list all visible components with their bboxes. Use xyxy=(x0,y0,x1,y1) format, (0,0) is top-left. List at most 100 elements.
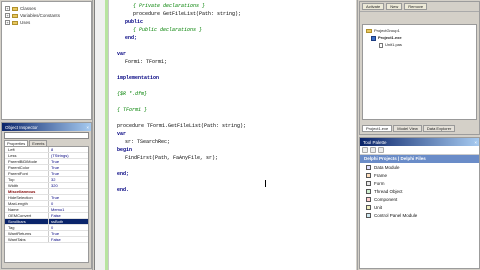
code-line[interactable]: FindFirst(Path, FaAnyFile, sr); xyxy=(125,154,218,162)
tree-node-label: Unit1.pas xyxy=(385,42,402,47)
property-name: HideSelection xyxy=(5,195,49,200)
code-line[interactable]: { Private declarations } xyxy=(133,2,205,10)
remove-button[interactable]: Remove xyxy=(404,3,428,10)
property-name: ParentFont xyxy=(5,171,49,176)
filter-icon[interactable] xyxy=(370,147,376,153)
property-row[interactable]: WantTabs False xyxy=(5,237,88,243)
tree-node-project[interactable]: Project1.exe xyxy=(371,35,402,41)
tool-palette-titlebar: Tool Palette × xyxy=(360,138,479,146)
folder-icon xyxy=(12,20,18,25)
property-value[interactable]: 32 xyxy=(49,177,88,182)
property-name: MaxLength xyxy=(5,201,49,206)
code-line[interactable]: public xyxy=(125,18,143,26)
activate-button[interactable]: Activate xyxy=(362,3,385,10)
expand-icon[interactable]: + xyxy=(5,20,10,25)
search-icon[interactable] xyxy=(378,147,384,153)
modified-lines-marker xyxy=(105,0,108,270)
palette-item-label: Frame xyxy=(374,172,388,178)
palette-item[interactable]: Form xyxy=(360,179,479,187)
property-name: Tag xyxy=(5,225,49,230)
property-value[interactable]: False xyxy=(49,237,88,242)
property-value[interactable]: 0 xyxy=(49,201,88,206)
palette-item[interactable]: Thread Object xyxy=(360,187,479,195)
expand-icon[interactable]: + xyxy=(5,13,10,18)
folder-icon xyxy=(12,13,18,18)
tab-project[interactable]: Project1.exe xyxy=(362,125,393,132)
palette-item[interactable]: Control Panel Module xyxy=(360,211,479,219)
code-line[interactable]: procedure TForm1.GetFileList(Path: strin… xyxy=(117,122,246,130)
property-value[interactable]: True xyxy=(49,171,88,176)
structure-pane: + Classes + Variables/Constants + Uses xyxy=(1,1,92,120)
code-editor[interactable]: { Private declarations } procedure GetFil… xyxy=(94,0,356,270)
property-value[interactable]: 8 xyxy=(49,147,88,152)
new-button[interactable]: New xyxy=(386,3,403,10)
property-value[interactable]: True xyxy=(49,231,88,236)
tool-palette-toolbar xyxy=(360,146,479,155)
code-line[interactable]: Form1: TForm1; xyxy=(125,58,167,66)
code-line[interactable]: end; xyxy=(117,170,129,178)
property-value[interactable]: 0 xyxy=(49,225,88,230)
property-value[interactable]: True xyxy=(49,195,88,200)
tab-data-explorer[interactable]: Data Explorer xyxy=(422,125,456,132)
property-value[interactable]: True xyxy=(49,159,88,164)
code-line[interactable]: end. xyxy=(117,186,129,194)
tab-properties[interactable]: Properties xyxy=(4,140,29,146)
close-icon[interactable]: × xyxy=(86,125,89,130)
categories-icon[interactable] xyxy=(362,147,368,153)
code-line[interactable]: sr: TSearchRec; xyxy=(125,138,170,146)
right-panel: Activate New Remove ProjectGroup1 Projec… xyxy=(357,0,480,270)
object-inspector-title: Object Inspector xyxy=(5,124,38,130)
code-line[interactable]: procedure GetFileList(Path: string); xyxy=(133,10,241,18)
palette-item[interactable]: Frame xyxy=(360,171,479,179)
tool-palette: Tool Palette × Delphi Projects | Delphi … xyxy=(359,137,480,269)
palette-item-icon xyxy=(366,180,371,186)
palette-item-icon xyxy=(366,172,371,178)
project-icon xyxy=(371,35,376,41)
code-line[interactable]: end; xyxy=(125,34,137,42)
palette-item-label: Control Panel Module xyxy=(374,212,418,218)
palette-item[interactable]: Data Module xyxy=(360,163,479,171)
palette-item-label: Data Module xyxy=(374,164,400,170)
structure-item[interactable]: + Variables/Constants xyxy=(5,12,60,19)
structure-item[interactable]: + Uses xyxy=(5,19,30,26)
palette-item[interactable]: Component xyxy=(360,195,479,203)
tab-events[interactable]: Events xyxy=(29,140,48,146)
object-inspector: Object Inspector × Properties Events Lef… xyxy=(1,122,92,269)
text-cursor xyxy=(265,180,266,187)
project-group-icon xyxy=(366,29,372,33)
close-icon[interactable]: × xyxy=(474,140,477,145)
property-name: ParentBiDiMode xyxy=(5,159,49,164)
tab-model-view[interactable]: Model View xyxy=(393,125,422,132)
tool-palette-title: Tool Palette xyxy=(363,139,387,145)
property-value[interactable]: True xyxy=(49,165,88,170)
palette-item[interactable]: Unit xyxy=(360,203,479,211)
property-value[interactable]: False xyxy=(49,213,88,218)
code-line[interactable]: var xyxy=(117,50,126,58)
structure-item-label: Classes xyxy=(20,6,37,11)
tree-node-file[interactable]: Unit1.pas xyxy=(379,42,402,48)
property-value[interactable]: Memo1 xyxy=(49,207,88,212)
tree-node-group[interactable]: ProjectGroup1 xyxy=(366,28,400,34)
property-name: Left xyxy=(5,147,49,152)
code-line[interactable]: { TForm1 } xyxy=(117,106,147,114)
project-manager-toolbar: Activate New Remove xyxy=(360,2,479,12)
property-name: Miscellaneous xyxy=(5,189,49,194)
property-value[interactable]: (TStrings) xyxy=(49,153,88,158)
property-name: ParentColor xyxy=(5,165,49,170)
object-selector-combo[interactable] xyxy=(4,132,89,139)
property-value[interactable]: ssBoth xyxy=(49,219,88,224)
property-value[interactable]: 320 xyxy=(49,183,88,188)
property-value[interactable] xyxy=(49,189,88,194)
expand-icon[interactable]: + xyxy=(5,6,10,11)
palette-item-icon xyxy=(366,188,371,194)
code-line[interactable]: {$R *.dfm} xyxy=(117,90,147,98)
tree-node-label: Project1.exe xyxy=(378,35,402,40)
code-line[interactable]: var xyxy=(117,130,126,138)
structure-item[interactable]: + Classes xyxy=(5,5,36,12)
code-line[interactable]: begin xyxy=(117,146,132,154)
code-line[interactable]: implementation xyxy=(117,74,159,82)
palette-item-label: Component xyxy=(374,196,398,202)
code-line[interactable]: { Public declarations } xyxy=(133,26,202,34)
palette-category-header[interactable]: Delphi Projects | Delphi Files xyxy=(360,155,479,163)
palette-item-label: Form xyxy=(374,180,385,186)
